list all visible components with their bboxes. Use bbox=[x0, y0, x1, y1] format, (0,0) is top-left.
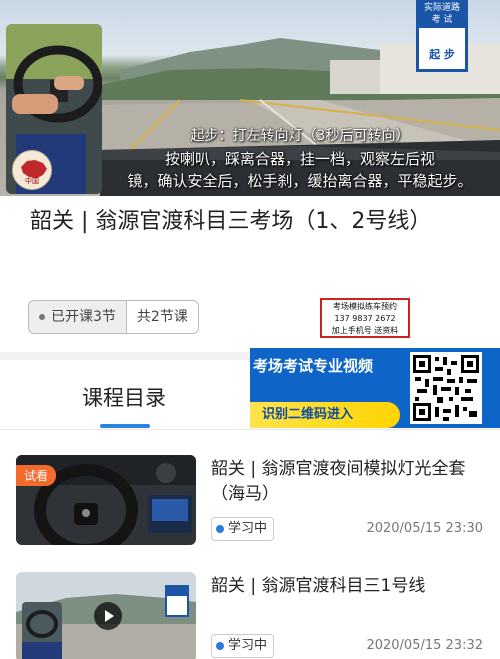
course-title: 韶关 | 翁源官渡科目三考场（1、2号线） bbox=[30, 209, 432, 234]
lesson-title[interactable]: 韶关 | 翁源官渡夜间模拟灯光全套（海马） bbox=[211, 457, 486, 507]
tab-divider bbox=[0, 429, 500, 430]
lesson-item[interactable]: 试看 韶关 | 翁源官渡夜间模拟灯光全套（海马） 学习中 2020/05/15 … bbox=[0, 455, 500, 565]
course-video-player[interactable]: 实际道路 考 试 起 步 中国 起步：打左转向灯（3秒后可转向） 按喇叭，踩离合… bbox=[0, 0, 500, 196]
play-icon[interactable] bbox=[94, 602, 122, 630]
qr-code[interactable] bbox=[410, 352, 482, 424]
booking-note: 考场模拟练车预约 137 9837 2672 加上手机号 送资料 bbox=[320, 298, 410, 338]
road-test-sign: 实际道路 考 试 起 步 bbox=[416, 0, 468, 72]
preview-badge: 试看 bbox=[16, 465, 57, 486]
qr-code-icon bbox=[413, 355, 479, 421]
tab-course-catalog[interactable]: 课程目录 bbox=[82, 382, 166, 412]
lesson-timestamp: 2020/05/15 23:32 bbox=[366, 638, 483, 653]
china-map-badge: 中国 bbox=[12, 150, 52, 190]
lesson-title[interactable]: 韶关 | 翁源官渡科目三1号线 bbox=[211, 574, 486, 599]
booking-note-line1: 考场模拟练车预约 bbox=[333, 302, 397, 311]
status-badge: 学习中 bbox=[211, 517, 275, 541]
scan-qr-button[interactable]: 识别二维码进入 bbox=[250, 402, 400, 428]
lesson-item[interactable]: 韶关 | 翁源官渡科目三1号线 学习中 2020/05/15 23:32 bbox=[0, 572, 500, 659]
lesson-thumbnail[interactable] bbox=[16, 572, 196, 659]
caption-line-1: 起步：打左转向灯（3秒后可转向） bbox=[190, 128, 410, 144]
status-label: 学习中 bbox=[228, 521, 268, 536]
badge-label: 中国 bbox=[25, 177, 39, 185]
caption-line-3: 镜，确认安全后，松手刹，缓抬离合器，平稳起步。 bbox=[127, 172, 473, 190]
status-label: 学习中 bbox=[228, 638, 268, 653]
tab-active-indicator bbox=[100, 424, 150, 428]
status-dot-icon bbox=[216, 641, 224, 650]
dot-icon bbox=[39, 314, 45, 320]
caption-line-2: 按喇叭，踩离合器，挂一档，观察左后视 bbox=[164, 150, 435, 168]
lesson-thumbnail[interactable]: 试看 bbox=[16, 455, 196, 545]
booking-phone: 137 9837 2672 bbox=[334, 314, 396, 323]
lesson-timestamp: 2020/05/15 23:30 bbox=[366, 521, 483, 536]
banner-title: 考场考试专业视频 bbox=[253, 357, 374, 375]
status-badge: 学习中 bbox=[211, 634, 275, 658]
opened-lessons-tag: 已开课3节 bbox=[28, 300, 126, 334]
course-stats: 已开课3节 共2节课 bbox=[28, 300, 199, 334]
opened-lessons-label: 已开课3节 bbox=[51, 309, 116, 325]
total-lessons-tag: 共2节课 bbox=[125, 300, 199, 334]
status-dot-icon bbox=[216, 524, 224, 533]
promo-banner[interactable]: 考场考试专业视频 识别二维码进入 bbox=[250, 348, 500, 428]
booking-note-line3: 加上手机号 送资料 bbox=[331, 326, 399, 335]
